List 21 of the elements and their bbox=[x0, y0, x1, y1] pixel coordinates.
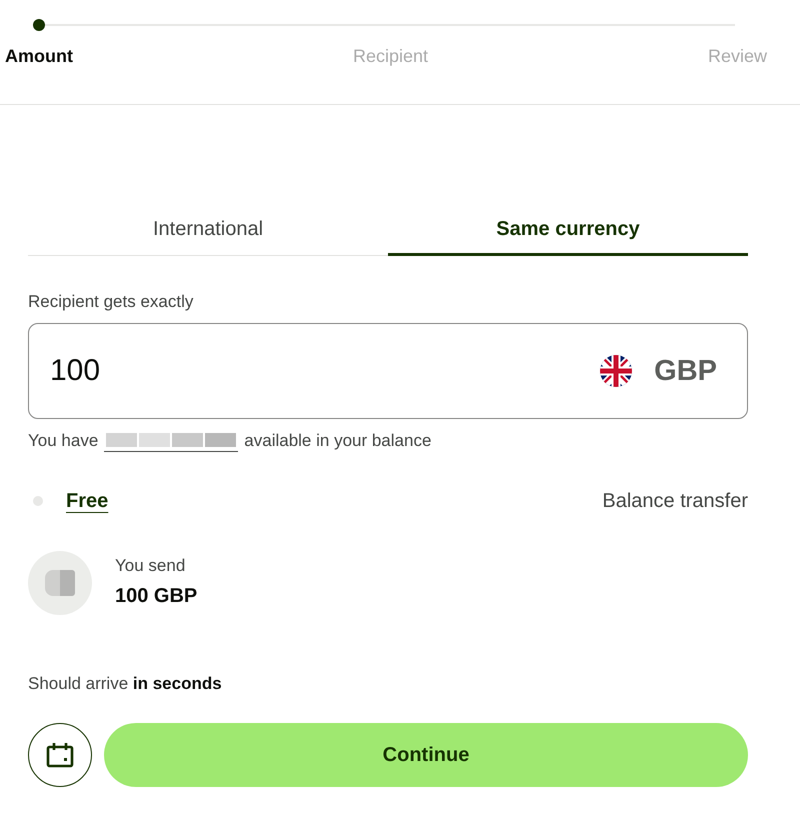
bullet-icon bbox=[33, 496, 43, 506]
blurred-amount[interactable] bbox=[104, 430, 238, 452]
field-label: Recipient gets exactly bbox=[28, 291, 194, 313]
currency-selector[interactable]: GBP bbox=[600, 354, 717, 388]
arrival-note: Should arrive in seconds bbox=[28, 673, 223, 695]
current-step-dot bbox=[32, 19, 45, 31]
balance-note-text: available in your balance bbox=[244, 430, 432, 452]
step-label: Recipient bbox=[352, 45, 428, 68]
calendar-icon bbox=[46, 742, 74, 768]
flag-icon bbox=[600, 355, 632, 387]
summary-label: You send bbox=[115, 555, 186, 577]
continue-button[interactable]: Continue bbox=[104, 723, 748, 787]
fee-link[interactable]: Free bbox=[66, 490, 108, 512]
summary-amount: 100 GBP bbox=[115, 584, 198, 608]
step-label: Review bbox=[708, 45, 767, 68]
amount-field[interactable]: 100 GBP bbox=[28, 323, 748, 419]
step-label: Amount bbox=[5, 45, 73, 68]
tab[interactable]: International bbox=[28, 207, 388, 256]
tab[interactable]: Same currency bbox=[388, 207, 748, 256]
transfer-method: Balance transfer bbox=[602, 490, 748, 512]
balance-note-text: You have bbox=[28, 430, 98, 452]
